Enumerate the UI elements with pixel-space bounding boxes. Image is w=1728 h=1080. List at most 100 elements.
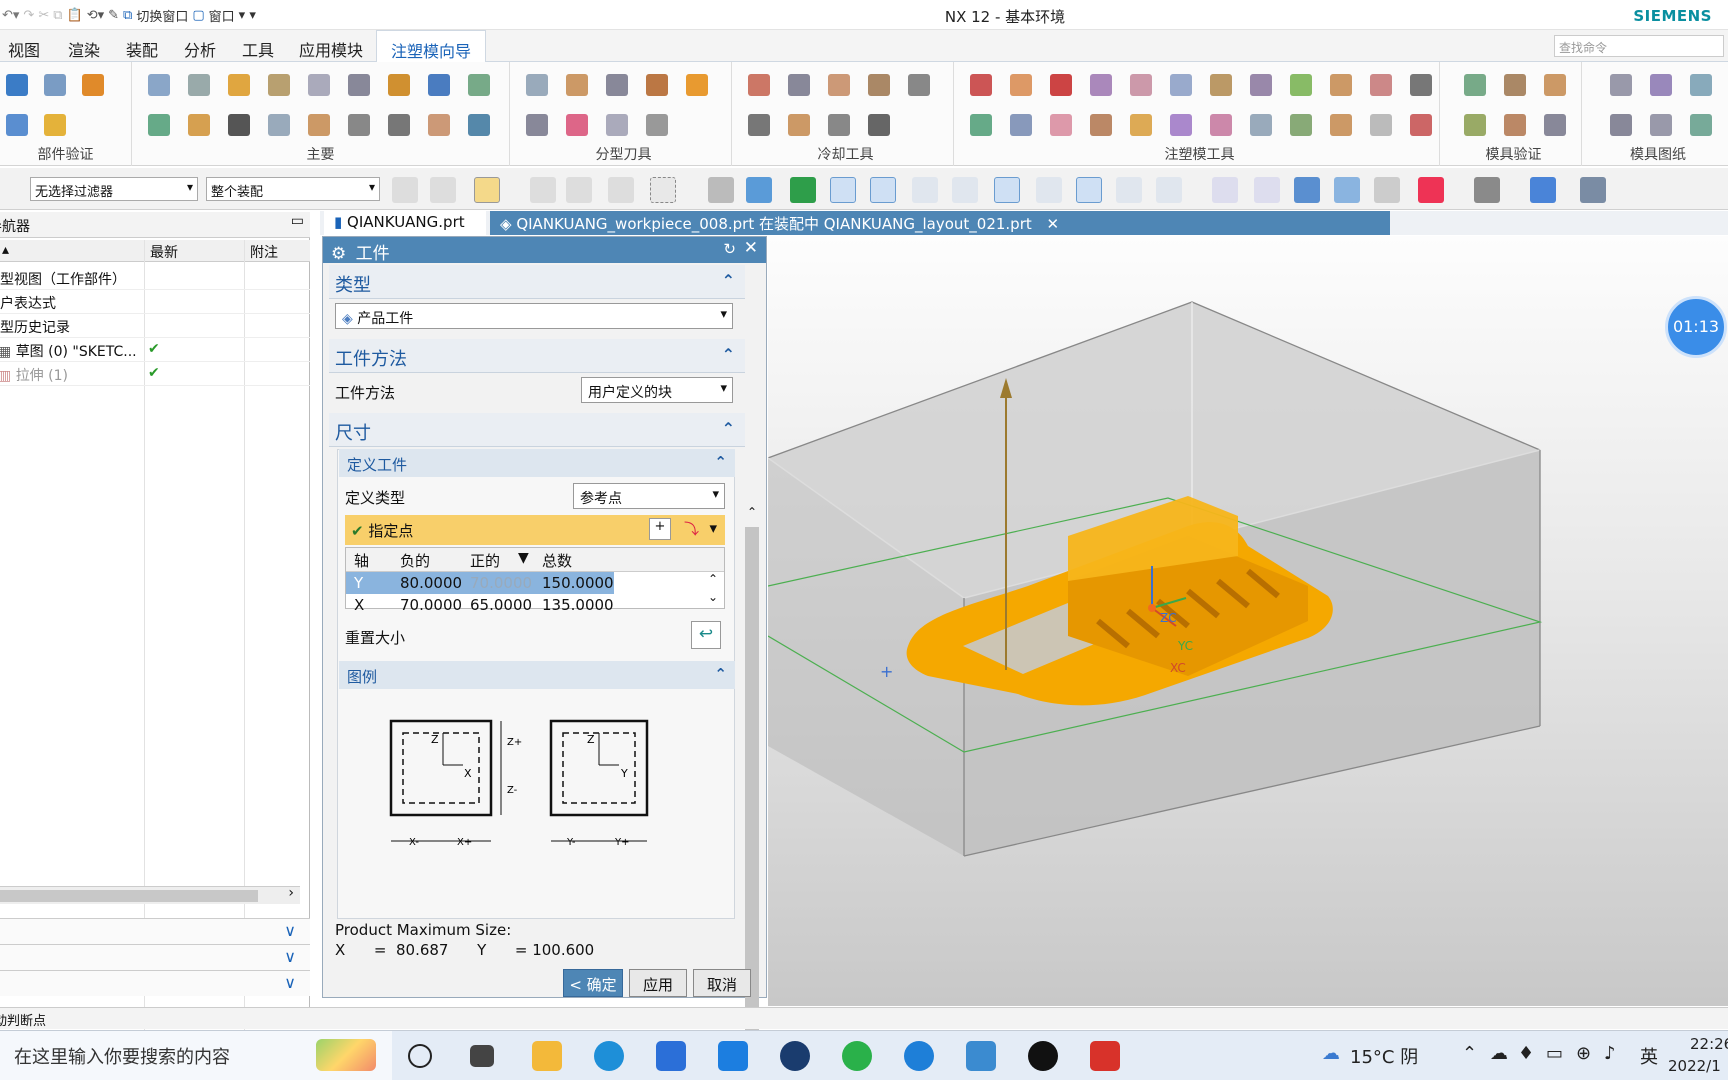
navigator-row[interactable]: 用户表达式 [0,290,310,314]
browser-q-icon[interactable] [904,1041,934,1071]
show-hide-icon[interactable] [708,177,734,203]
extend-sheet-icon[interactable] [1170,74,1192,96]
cell-negative[interactable]: 80.0000 [394,572,468,594]
split-solid-icon[interactable] [1010,74,1032,96]
rotate-icon[interactable] [1294,177,1320,203]
edge-browser-icon[interactable] [594,1041,624,1071]
check-region-icon[interactable] [82,74,104,96]
inferred-point-icon[interactable]: ⤵ [684,518,699,539]
wps-icon[interactable] [1090,1041,1120,1071]
collapse-icon[interactable]: ⌃ [714,453,727,471]
check-clearance-icon[interactable] [1504,74,1526,96]
mold-base-icon[interactable] [348,74,370,96]
closed-region-icon[interactable] [1370,74,1392,96]
mold-csys-icon[interactable] [188,74,210,96]
reset-size-button[interactable]: ↩ [691,621,721,649]
menu-mold-wizard[interactable]: 注塑模向导 [376,30,487,62]
fit-window-icon[interactable] [1418,177,1444,203]
solid-patch-icon[interactable] [1050,74,1072,96]
table-row[interactable]: Y 80.0000 70.0000 150.0000 [346,572,614,594]
cooling-fitting-icon[interactable] [828,114,850,136]
steam-icon[interactable] [780,1041,810,1071]
horizontal-scrollbar[interactable]: › [0,885,300,904]
tab-workpiece[interactable]: ◈ QIANKUANG_workpiece_008.prt 在装配中 QIANK… [490,211,1390,235]
collapse-icon[interactable]: ⌃ [722,345,735,364]
parting-line-icon[interactable] [606,74,628,96]
snap-point-filter-icon[interactable] [474,177,500,203]
component-select-icon[interactable] [566,177,592,203]
file-explorer-icon[interactable] [532,1041,562,1071]
photos-icon[interactable] [718,1041,748,1071]
curve-analysis-icon[interactable] [566,74,588,96]
curve-snap-icon[interactable] [912,177,938,203]
column-notes[interactable]: 附注 [250,242,278,262]
legend-header[interactable]: 图例 ⌃ [339,661,735,689]
feature-select-icon[interactable] [392,177,418,203]
gate-icon[interactable] [468,114,490,136]
cutting-face-icon[interactable] [1330,74,1352,96]
hole-manufacturing-note-icon[interactable] [1610,114,1632,136]
input-language[interactable]: 英 [1640,1043,1658,1069]
collapse-icon[interactable]: ⌃ [714,665,727,683]
cooling-standard-part-icon[interactable] [748,114,770,136]
collapse-icon[interactable]: ⌃ [722,271,735,290]
patch-icon[interactable] [526,114,548,136]
parting-check-tool-icon[interactable] [1290,114,1312,136]
qq-icon[interactable] [1028,1041,1058,1071]
mold-csys-2-icon[interactable] [428,114,450,136]
region-analysis-icon[interactable] [526,74,548,96]
reset-icon[interactable]: ↻ [723,240,736,258]
selection-scope-dropdown[interactable]: 整个装配 [206,177,380,201]
cell-positive[interactable]: 70.0000 [464,572,538,594]
header-axis[interactable]: 轴 [348,548,375,570]
menu-analysis[interactable]: 分析 [184,37,216,61]
fit-view-icon[interactable] [1212,177,1238,203]
chevron-down-icon[interactable]: ▾ [709,519,717,537]
cavity-layout-icon[interactable] [308,74,330,96]
graphics-window[interactable]: ZC YC XC + [767,236,1728,1006]
view-manager-icon[interactable] [388,114,410,136]
orient-view-icon[interactable] [1374,177,1400,203]
remove-parameters-icon[interactable] [1170,114,1192,136]
adjust-channel-icon[interactable] [868,74,890,96]
existing-point-snap-icon[interactable] [1076,177,1102,203]
scroll-right-icon[interactable]: › [288,885,294,901]
apply-button[interactable]: 应用 [629,969,687,997]
table-icon[interactable] [348,114,370,136]
type-dropdown[interactable]: ◈ 产品工件 [335,303,733,329]
merge-cavity-icon[interactable] [1010,114,1032,136]
replace-face-icon[interactable] [1210,114,1232,136]
parting-surface-icon[interactable] [646,74,668,96]
rectangle-select-icon[interactable] [650,177,676,203]
trim-solid-icon[interactable] [1210,74,1232,96]
parting-check-icon[interactable] [44,114,66,136]
zoom-icon[interactable] [1334,177,1360,203]
menu-assembly[interactable]: 装配 [126,37,158,61]
cell-positive[interactable]: 65.0000 [464,594,538,616]
wave-control-icon[interactable] [1330,114,1352,136]
mold-motion-icon[interactable] [1544,74,1566,96]
network-icon[interactable]: ⊕ [1576,1043,1591,1064]
standard-part-icon[interactable] [388,74,410,96]
pocket-icon[interactable] [268,114,290,136]
clock-time[interactable]: 22:26 [1690,1035,1728,1053]
scroll-up-icon[interactable]: ⌃ [708,572,718,586]
workpiece-method-dropdown[interactable]: 用户定义的块 [581,377,733,403]
mesh-icon[interactable] [1370,114,1392,136]
cooling-list-icon[interactable] [868,114,890,136]
define-workpiece-header[interactable]: 定义工件 ⌃ [339,449,735,477]
swap-model-icon[interactable] [646,114,668,136]
ejector-pin-icon[interactable] [428,74,450,96]
specify-point-row[interactable]: ✔ 指定点 + ⤵ ▾ [345,515,725,545]
define-circuit-icon[interactable] [788,114,810,136]
pan-icon[interactable] [1254,177,1280,203]
select-intent-icon[interactable] [430,177,456,203]
chevron-down-icon[interactable]: ∨ [284,947,296,966]
point-on-face-snap-icon[interactable] [1156,177,1182,203]
tray-expand-icon[interactable]: ⌃ [1462,1043,1477,1064]
csys-origin[interactable] [1148,604,1156,612]
sheet-patch-icon[interactable] [1090,74,1112,96]
cortana-icon[interactable] [408,1044,432,1068]
tab-qiankuang[interactable]: ▮ QIANKUANG.prt [324,211,486,235]
maximize-icon[interactable]: ▭ [291,213,304,229]
